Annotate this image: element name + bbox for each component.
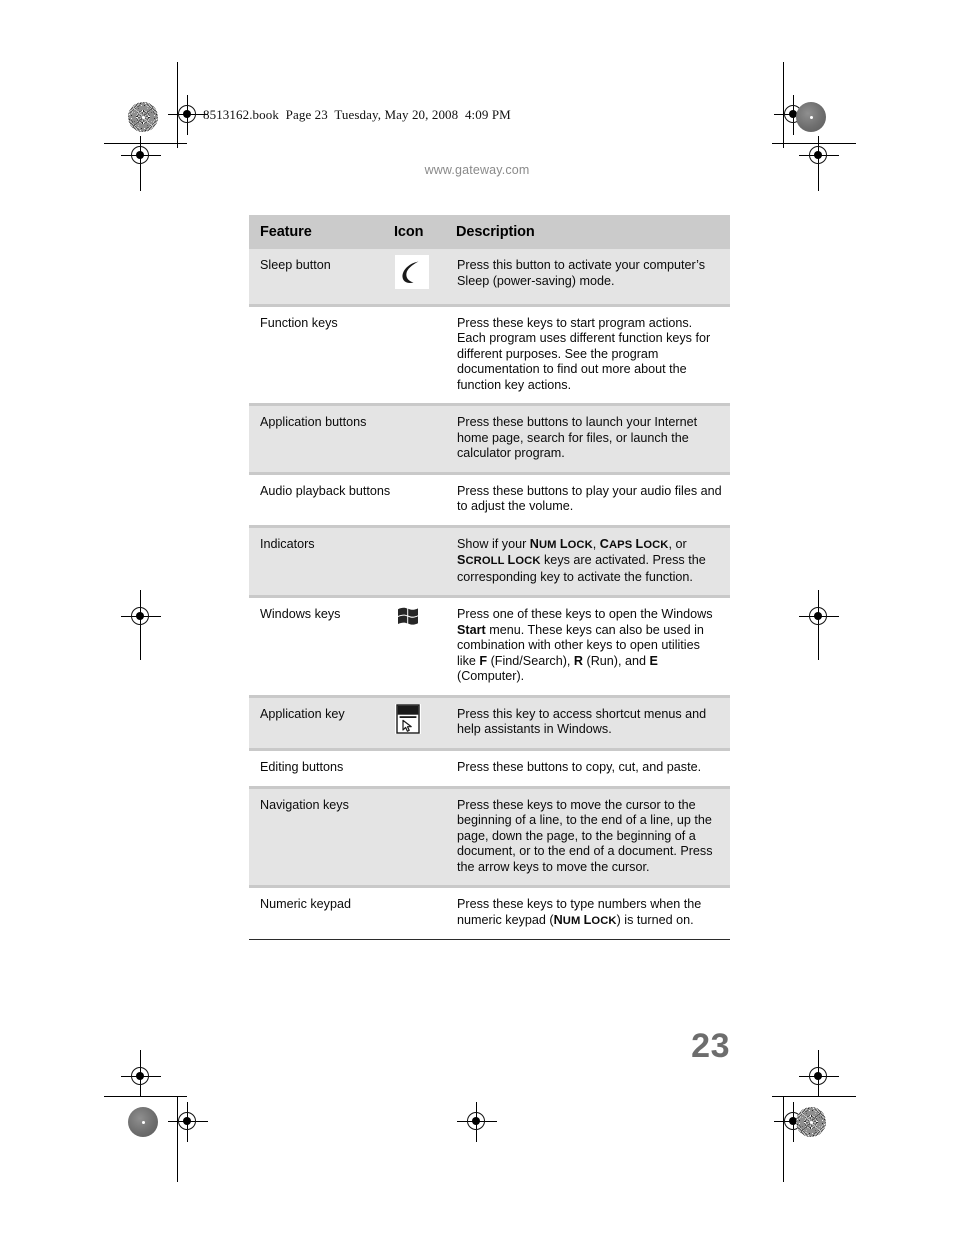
table-row: Application key Press this key to access… [249, 694, 730, 750]
table-header-row: Feature Icon Description [249, 215, 730, 249]
key-letter-e: E [649, 653, 658, 668]
row-icon-cell [394, 785, 456, 887]
text-fragment: Press one of these keys to open the Wind… [457, 607, 713, 621]
registration-crosshair-icon [799, 597, 839, 637]
text-fragment: ) is turned on. [616, 912, 694, 927]
registration-crosshair-icon [457, 1102, 497, 1142]
registration-crosshair-icon [168, 1102, 208, 1142]
text-fragment: CROLL [465, 555, 505, 567]
text-fragment: , [592, 536, 600, 551]
row-description: Press these keys to move the cursor to t… [456, 785, 730, 887]
key-name-caps-lock: CAPS LOCK [599, 536, 669, 551]
text-fragment: S [457, 553, 466, 567]
row-icon-cell [394, 885, 456, 940]
row-description: Press these keys to start program action… [456, 303, 730, 405]
text-fragment: OCK [515, 555, 541, 567]
text-fragment: Show if your [457, 536, 530, 551]
row-description: Press these buttons to copy, cut, and pa… [456, 748, 730, 787]
text-fragment: N [529, 536, 539, 551]
application-key-icon [395, 703, 421, 734]
table-row: Editing buttons Press these buttons to c… [249, 748, 730, 787]
registration-crosshair-icon [121, 1057, 161, 1097]
row-icon-cell [394, 694, 456, 750]
table-row: Function keys Press these keys to start … [249, 303, 730, 405]
row-description: Press one of these keys to open the Wind… [456, 595, 730, 696]
registration-rosette-icon [128, 1107, 158, 1137]
row-feature-label: Audio playback buttons [249, 471, 394, 526]
text-fragment: APS [609, 538, 633, 551]
crescent-moon-icon [395, 255, 429, 289]
table-row: Audio playback buttons Press these butto… [249, 471, 730, 526]
key-name-scroll-lock: SCROLL LOCK [457, 553, 541, 567]
row-feature-label: Sleep button [249, 249, 394, 305]
row-feature-label: Function keys [249, 303, 394, 405]
table-row: Windows keys Press one of these keys to … [249, 595, 730, 696]
row-description: Show if your NUM LOCK, CAPS LOCK, or SCR… [456, 524, 730, 597]
row-description: Press these keys to type numbers when th… [456, 885, 730, 940]
windows-flag-icon [395, 604, 421, 630]
text-fragment: C [599, 536, 609, 551]
row-feature-label: Numeric keypad [249, 885, 394, 940]
key-name-num-lock: NUM LOCK [553, 912, 617, 927]
row-feature-label: Navigation keys [249, 785, 394, 887]
text-fragment: L [559, 536, 568, 551]
text-fragment: OCK [567, 538, 593, 551]
row-icon-cell [394, 403, 456, 473]
registration-crosshair-icon [799, 1057, 839, 1097]
text-fragment: N [553, 912, 563, 927]
text-fragment: OCK [643, 538, 669, 551]
text-fragment: , or [668, 536, 687, 551]
row-description: Press this button to activate your compu… [456, 249, 730, 305]
row-feature-label: Application buttons [249, 403, 394, 473]
row-feature-label: Editing buttons [249, 748, 394, 787]
text-fragment: (Computer). [457, 669, 525, 683]
row-icon-cell [394, 249, 456, 305]
row-description: Press these buttons to play your audio f… [456, 471, 730, 526]
table-row: Navigation keys Press these keys to move… [249, 785, 730, 887]
text-fragment: (Run), and [583, 653, 650, 668]
emphasis-start: Start [457, 622, 486, 637]
registration-rosette-icon [796, 1107, 826, 1137]
book-file-header: 8513162.book Page 23 Tuesday, May 20, 20… [203, 107, 511, 122]
text-fragment: UM [539, 538, 557, 551]
feature-reference-table: Feature Icon Description Sleep button Pr… [249, 215, 730, 940]
registration-crosshair-icon [121, 597, 161, 637]
row-description: Press this key to access shortcut menus … [456, 694, 730, 750]
row-feature-label: Application key [249, 694, 394, 750]
row-icon-cell [394, 524, 456, 597]
table-row: Sleep button Press this button to activa… [249, 249, 730, 305]
column-header-feature: Feature [249, 215, 394, 249]
column-header-description: Description [456, 215, 730, 249]
registration-crosshair-icon [168, 95, 208, 135]
row-icon-cell [394, 595, 456, 696]
row-icon-cell [394, 303, 456, 405]
key-letter-f: F [479, 653, 488, 668]
row-feature-label: Windows keys [249, 595, 394, 696]
registration-rosette-icon [128, 102, 158, 132]
text-fragment: (Find/Search), [487, 653, 574, 668]
table-row: Indicators Show if your NUM LOCK, CAPS L… [249, 524, 730, 597]
row-description: Press these buttons to launch your Inter… [456, 403, 730, 473]
row-icon-cell [394, 748, 456, 787]
row-icon-cell [394, 471, 456, 526]
table-row: Application buttons Press these buttons … [249, 403, 730, 473]
column-header-icon: Icon [394, 215, 456, 249]
site-url: www.gateway.com [424, 163, 530, 177]
page-number: 23 [691, 1027, 730, 1065]
text-fragment: OCK [591, 914, 617, 927]
key-name-num-lock: NUM LOCK [529, 536, 593, 551]
key-letter-r: R [573, 653, 584, 668]
row-feature-label: Indicators [249, 524, 394, 597]
table-row: Numeric keypad Press these keys to type … [249, 885, 730, 940]
registration-rosette-icon [796, 102, 826, 132]
text-fragment: UM [562, 914, 581, 927]
